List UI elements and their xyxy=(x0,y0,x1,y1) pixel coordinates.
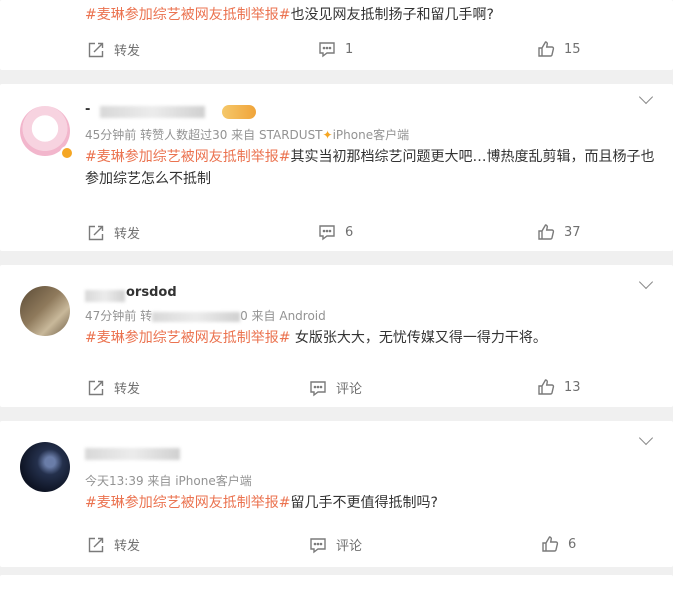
comment-body: 也没见网友抵制扬子和留几手啊? xyxy=(290,7,494,23)
comment-button[interactable]: 6 xyxy=(318,223,353,241)
repost-label: 转发 xyxy=(114,227,141,242)
avatar[interactable] xyxy=(20,442,70,492)
meta-text: 45分钟前 转赞人数超过30 来自 STARDUST xyxy=(85,128,323,142)
meta-blurred xyxy=(152,311,241,322)
meta-source: iPhone客户端 xyxy=(332,128,410,142)
username-visible: orsdod xyxy=(126,285,177,300)
repost-label: 转发 xyxy=(114,382,141,397)
like-count: 37 xyxy=(564,224,581,240)
comment-card: #麦琳参加综艺被网友抵制举报#也没见网友抵制扬子和留几手啊? 转发 1 15 xyxy=(0,0,673,70)
repost-button[interactable]: 转发 xyxy=(87,40,140,59)
repost-button[interactable]: 转发 xyxy=(87,535,140,554)
meta-text: 47分钟前 转 xyxy=(85,309,153,323)
comment-count: 6 xyxy=(345,224,354,240)
like-count: 13 xyxy=(564,379,581,395)
comment-text: #麦琳参加综艺被网友抵制举报#留几手不更值得抵制吗? xyxy=(85,492,655,514)
repost-label: 转发 xyxy=(114,539,141,554)
username[interactable]: - xyxy=(85,102,90,117)
topic-tag-link[interactable]: #麦琳参加综艺被网友抵制举报# xyxy=(85,149,290,165)
repost-button[interactable]: 转发 xyxy=(87,378,140,397)
comment-icon xyxy=(310,380,326,396)
repost-icon xyxy=(88,380,104,395)
username-visible: - xyxy=(85,102,91,117)
comment-button[interactable]: 评论 xyxy=(309,378,362,397)
meta-source: 0 来自 Android xyxy=(240,309,326,323)
comment-button[interactable]: 1 xyxy=(318,40,353,58)
comment-feed: #麦琳参加综艺被网友抵制举报#也没见网友抵制扬子和留几手啊? 转发 1 15 -… xyxy=(0,0,673,596)
comment-icon xyxy=(310,537,326,553)
comment-text: #麦琳参加综艺被网友抵制举报#其实当初那档综艺问题更大吧…博热度乱剪辑，而且杨子… xyxy=(85,146,655,190)
like-button[interactable]: 37 xyxy=(537,223,581,241)
comment-text: #麦琳参加综艺被网友抵制举报#也没见网友抵制扬子和留几手啊? xyxy=(85,4,655,26)
topic-tag-link[interactable]: #麦琳参加综艺被网友抵制举报# xyxy=(85,495,290,511)
comment-card: orsdod 47分钟前 转 0 来自 Android #麦琳参加综艺被网友抵制举… xyxy=(0,265,673,407)
comment-label: 评论 xyxy=(336,382,363,397)
like-icon xyxy=(538,379,555,395)
comment-meta: 47分钟前 转 0 来自 Android xyxy=(85,307,326,324)
avatar[interactable] xyxy=(20,286,70,336)
username-blurred xyxy=(85,290,125,302)
comment-body: 留几手不更值得抵制吗? xyxy=(290,495,438,511)
like-icon xyxy=(538,224,555,240)
chevron-down-icon[interactable] xyxy=(638,430,654,446)
chevron-down-icon[interactable] xyxy=(638,89,654,105)
username[interactable]: orsdod xyxy=(126,285,177,300)
like-button[interactable]: 6 xyxy=(541,535,576,553)
chevron-down-icon[interactable] xyxy=(638,274,654,290)
like-button[interactable]: 15 xyxy=(537,40,581,58)
like-count: 6 xyxy=(568,536,577,552)
like-icon xyxy=(542,536,559,552)
comment-meta: 今天13:39 来自 iPhone客户端 xyxy=(85,472,252,489)
comment-body: 女版张大大，无忧传媒又得一得力干将。 xyxy=(290,330,547,346)
topic-tag-link[interactable]: #麦琳参加综艺被网友抵制举报# xyxy=(85,7,290,23)
comment-icon xyxy=(319,225,335,241)
repost-icon xyxy=(88,42,104,57)
verified-badge-icon xyxy=(60,146,74,160)
comment-icon xyxy=(319,42,335,58)
comment-card: - 45分钟前 转赞人数超过30 来自 STARDUST✦iPhone客户端 #… xyxy=(0,84,673,251)
sparkle-icon: ✦ xyxy=(322,128,333,142)
meta-text: 今天13:39 来自 iPhone客户端 xyxy=(85,474,252,488)
topic-tag-link[interactable]: #麦琳参加综艺被网友抵制举报# xyxy=(85,330,290,346)
comment-button[interactable]: 评论 xyxy=(309,535,362,554)
comment-count: 1 xyxy=(345,41,354,57)
repost-icon xyxy=(88,225,104,240)
username-blurred xyxy=(100,106,205,118)
like-count: 15 xyxy=(564,41,581,57)
comment-card xyxy=(0,575,673,596)
comment-label: 评论 xyxy=(336,539,363,554)
repost-icon xyxy=(88,537,104,552)
username-blurred xyxy=(85,448,180,460)
repost-label: 转发 xyxy=(114,44,141,59)
comment-text: #麦琳参加综艺被网友抵制举报# 女版张大大，无忧传媒又得一得力干将。 xyxy=(85,327,655,349)
comment-card: 今天13:39 来自 iPhone客户端 #麦琳参加综艺被网友抵制举报#留几手不… xyxy=(0,421,673,567)
comment-meta: 45分钟前 转赞人数超过30 来自 STARDUST✦iPhone客户端 xyxy=(85,126,409,143)
member-badge xyxy=(222,105,256,119)
like-button[interactable]: 13 xyxy=(537,378,581,396)
repost-button[interactable]: 转发 xyxy=(87,223,140,242)
like-icon xyxy=(538,41,555,57)
